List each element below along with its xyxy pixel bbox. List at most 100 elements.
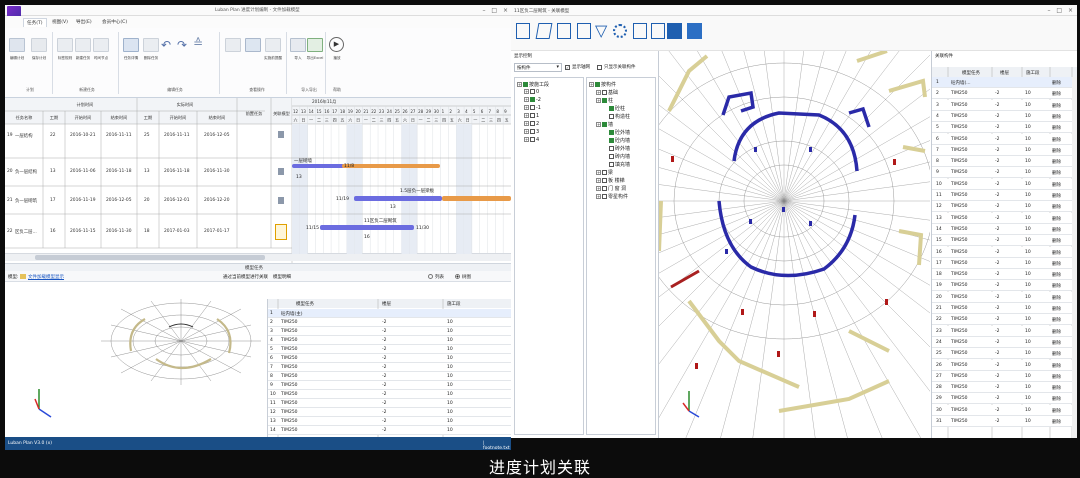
expand-icon[interactable]: + <box>524 89 529 94</box>
table-row[interactable]: 14 TIM250 -2 10 <box>268 426 511 435</box>
delete-link[interactable]: 删除 <box>1052 419 1061 425</box>
undo-icon[interactable]: ↶ <box>161 38 171 52</box>
tree-item[interactable]: 砖内墙 <box>603 153 630 160</box>
expand-icon[interactable]: + <box>596 98 601 103</box>
vertical-scrollbar[interactable] <box>1072 77 1077 438</box>
rotate-icon[interactable] <box>516 23 530 39</box>
new-task-icon[interactable] <box>75 38 91 52</box>
table-row[interactable]: 8 TIM250 -2 10 删除 <box>932 156 1072 168</box>
delete-link[interactable]: 删除 <box>1052 295 1061 301</box>
expand-icon[interactable]: + <box>524 105 529 110</box>
tree-checkbox[interactable] <box>530 105 535 110</box>
tree-item[interactable]: 砖外墙 <box>603 145 630 152</box>
maximize-icon[interactable]: □ <box>1056 7 1062 14</box>
model-icon[interactable] <box>278 197 284 204</box>
tree-item[interactable]: + -1 <box>524 105 541 111</box>
tree-checkbox[interactable] <box>530 129 535 134</box>
tree-checkbox[interactable] <box>609 138 614 143</box>
pan-icon[interactable] <box>577 23 591 39</box>
table-row[interactable]: 30 TIM250 -2 10 删除 <box>932 404 1072 416</box>
table-row[interactable]: 10 TIM250 -2 10 删除 <box>932 178 1072 190</box>
tree-item[interactable]: 构造柱 <box>603 113 630 120</box>
expand-icon[interactable]: + <box>517 82 522 87</box>
import-icon[interactable] <box>290 38 306 52</box>
minimize-icon[interactable]: – <box>1047 7 1050 14</box>
loading-icon[interactable] <box>613 24 627 38</box>
delete-link[interactable]: 删除 <box>1052 351 1061 357</box>
gantt-bar-plan[interactable] <box>292 164 344 168</box>
expand-icon[interactable]: + <box>596 178 601 183</box>
table-row[interactable]: 24 TIM250 -2 10 删除 <box>932 336 1072 348</box>
model-link[interactable]: 文件加载模型显示 <box>28 274 64 280</box>
table-row[interactable]: 2 TIM250 -2 10 删除 <box>932 88 1072 100</box>
tree-item[interactable]: + 门 窗 洞 <box>596 185 626 192</box>
table-row[interactable]: 31 TIM250 -2 10 删除 <box>932 416 1072 427</box>
table-row[interactable]: 4 TIM250 -2 10 <box>268 336 511 345</box>
table-row[interactable]: 6 TIM250 -2 10 删除 <box>932 133 1072 145</box>
radio-tree-icon[interactable] <box>455 274 460 279</box>
tree-item[interactable]: + 板 楼梯 <box>596 177 625 184</box>
organize-icon[interactable] <box>225 38 241 52</box>
measure-icon[interactable] <box>557 23 571 39</box>
tree-checkbox[interactable] <box>523 82 528 87</box>
table-row[interactable]: 5 TIM250 -2 10 删除 <box>932 122 1072 134</box>
play-icon[interactable]: ▶ <box>329 37 344 52</box>
tree-checkbox[interactable] <box>602 178 607 183</box>
table-row[interactable]: 9 TIM250 -2 10 <box>268 381 511 390</box>
expand-icon[interactable]: + <box>596 122 601 127</box>
minimize-icon[interactable]: – <box>482 7 485 14</box>
select-icon[interactable] <box>535 23 553 39</box>
delete-link[interactable]: 删除 <box>1052 283 1061 289</box>
load-model-icon[interactable] <box>245 38 261 52</box>
task-detail-icon[interactable] <box>123 38 139 52</box>
tree-checkbox[interactable] <box>602 186 607 191</box>
delete-link[interactable]: 删除 <box>1052 374 1061 380</box>
tree-checkbox[interactable] <box>602 98 607 103</box>
tree-item[interactable]: 砼柱 <box>603 105 625 112</box>
delete-link[interactable]: 删除 <box>1052 306 1061 312</box>
tree-checkbox[interactable] <box>530 97 535 102</box>
radio-tree-label[interactable]: 树图 <box>462 274 471 280</box>
table-row[interactable]: 2 TIM250 -2 10 <box>268 318 511 327</box>
table-row[interactable]: 13 TIM250 -2 10 <box>268 417 511 426</box>
delete-link[interactable]: 删除 <box>1052 170 1061 176</box>
table-row[interactable]: 7 TIM250 -2 10 删除 <box>932 144 1072 156</box>
time-node-icon[interactable] <box>93 38 109 52</box>
radio-list-icon[interactable] <box>428 274 433 279</box>
maximize-icon[interactable]: □ <box>491 7 497 14</box>
table-row[interactable]: 22 TIM250 -2 10 删除 <box>932 314 1072 326</box>
expand-icon[interactable]: + <box>524 137 529 142</box>
tree-checkbox[interactable] <box>530 137 535 142</box>
table-row[interactable]: 10 TIM250 -2 10 <box>268 390 511 399</box>
delete-link[interactable]: 删除 <box>1052 227 1061 233</box>
tree-item[interactable]: + 零星构件 <box>596 193 628 200</box>
gantt-bar-actual[interactable] <box>442 196 511 201</box>
table-row[interactable]: 17 TIM250 -2 10 删除 <box>932 257 1072 269</box>
delete-task-icon[interactable] <box>143 38 159 52</box>
table-row[interactable]: 13 TIM250 -2 10 删除 <box>932 212 1072 224</box>
expand-icon[interactable]: + <box>524 121 529 126</box>
table-row[interactable]: 1 砼内墙(主) <box>268 309 511 318</box>
tree-item[interactable]: + 墙 <box>596 121 613 128</box>
expand-icon[interactable]: + <box>524 113 529 118</box>
delete-link[interactable]: 删除 <box>1052 148 1061 154</box>
tree-checkbox[interactable] <box>530 89 535 94</box>
tree-checkbox[interactable] <box>609 146 614 151</box>
radio-list-label[interactable]: 列表 <box>435 274 444 280</box>
tree-checkbox[interactable] <box>609 106 614 111</box>
delete-link[interactable]: 删除 <box>1052 385 1061 391</box>
table-row[interactable]: 3 TIM250 -2 10 删除 <box>932 99 1072 111</box>
delete-link[interactable]: 删除 <box>1052 80 1061 86</box>
delete-link[interactable]: 删除 <box>1052 159 1061 165</box>
model-icon[interactable] <box>278 131 284 138</box>
tree-item[interactable]: +4 <box>524 137 539 143</box>
table-row[interactable]: 3 TIM250 -2 10 <box>268 327 511 336</box>
table-row[interactable]: 12 TIM250 -2 10 <box>268 408 511 417</box>
table-row[interactable]: 20 TIM250 -2 10 删除 <box>932 291 1072 303</box>
tree-item[interactable]: +2 <box>524 121 539 127</box>
tree-item[interactable]: 砼外墙 <box>603 129 630 136</box>
tree-checkbox[interactable] <box>602 194 607 199</box>
close-icon[interactable]: × <box>503 7 508 14</box>
table-row[interactable]: 29 TIM250 -2 10 删除 <box>932 393 1072 405</box>
tab-member-center[interactable]: 会员中心(C) <box>99 18 130 27</box>
